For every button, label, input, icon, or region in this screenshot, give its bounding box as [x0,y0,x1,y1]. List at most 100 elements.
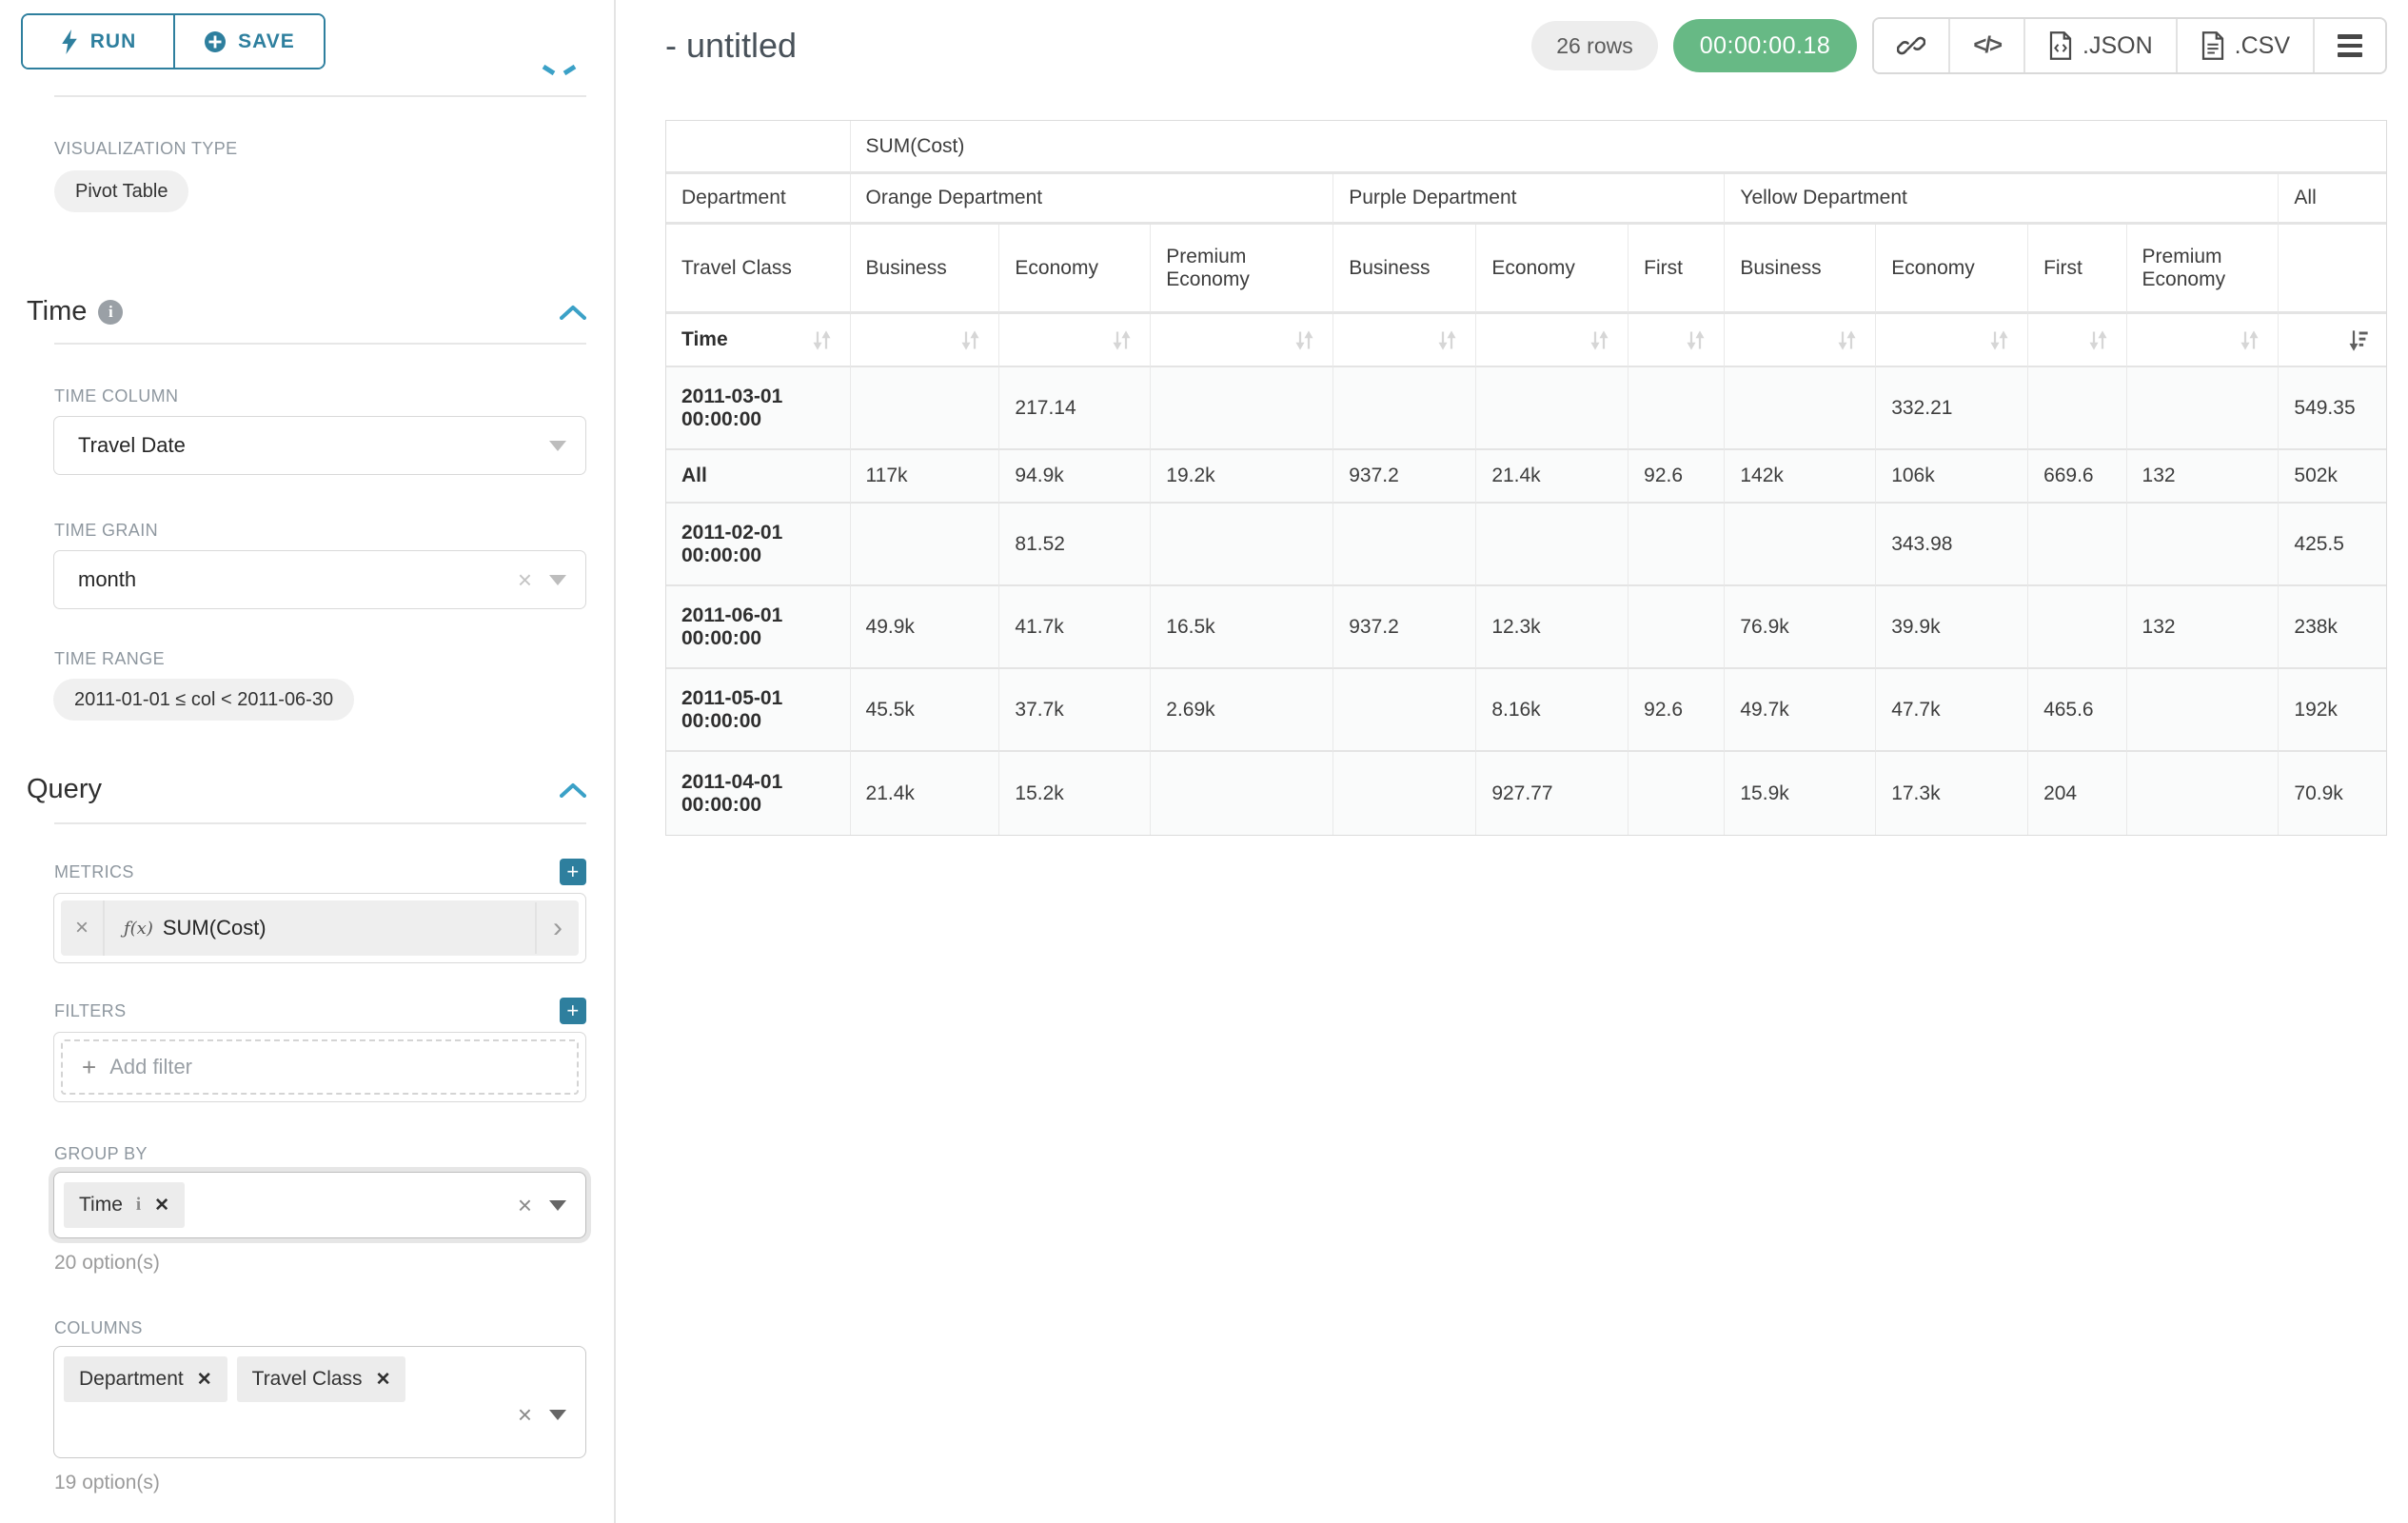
metric-header-row: SUM(Cost) [666,121,2386,174]
add-filter-button[interactable]: + [560,998,586,1024]
sort-icon [1683,327,1708,353]
time-section-header: Time i [27,296,586,327]
chart-title: - untitled [665,26,797,66]
clear-icon[interactable]: × [518,567,532,592]
sort-toggle[interactable] [809,327,835,353]
travel-class-header: First [2028,225,2126,314]
columns-select[interactable]: Department✕Travel Class✕ × [53,1346,586,1458]
time-grain-select[interactable]: month × [53,550,586,609]
export-json-button[interactable]: .JSON [2023,19,2176,72]
filters-label-row: FILTERS + [54,998,586,1024]
function-icon: ƒ(x) [124,919,153,939]
group-by-select[interactable]: Timei✕ × [53,1172,586,1238]
department-header-row: DepartmentOrange DepartmentPurple Depart… [666,174,2386,225]
metrics-label-row: METRICS + [54,859,586,885]
pivot-value-cell: 19.2k [1151,450,1333,504]
pivot-value-cell: 81.52 [999,504,1151,586]
sort-cell [851,314,1000,367]
pivot-value-cell [1151,752,1333,835]
caret-down-icon[interactable] [549,1410,566,1420]
sort-icon [809,327,835,353]
explore-view: Chart Type RUN SAVE [0,0,2408,1523]
travel-class-header: Premium Economy [2127,225,2280,314]
chevron-up-icon [543,65,556,75]
query-timer-badge: 00:00:00.18 [1673,19,1858,72]
department-group-header: Orange Department [851,174,1334,225]
pivot-value-cell: 12.3k [1476,586,1628,669]
menu-icon [2338,34,2362,57]
sort-icon [1292,327,1317,353]
row-label-cell: 2011-06-01 00:00:00 [666,586,851,669]
pivot-data-row: 2011-06-01 00:00:0049.9k41.7k16.5k937.21… [666,586,2386,669]
sort-toggle[interactable] [1834,327,1860,353]
pivot-value-cell [1476,504,1628,586]
more-options-button[interactable] [2313,19,2385,72]
travel-class-header: Business [1725,225,1876,314]
pivot-value-cell: 16.5k [1151,586,1333,669]
sort-toggle[interactable] [2345,327,2371,353]
sort-toggle[interactable] [1434,327,1460,353]
export-csv-button[interactable]: .CSV [2176,19,2313,72]
travel-class-header: Business [851,225,1000,314]
clear-icon[interactable]: × [518,1193,532,1217]
save-button[interactable]: SAVE [173,15,324,68]
sort-toggle[interactable] [2237,327,2262,353]
columns-label: COLUMNS [54,1318,586,1338]
pivot-value-cell [1151,504,1333,586]
collapse-section-chevron-icon[interactable] [560,782,586,798]
travel-class-header-row: Travel ClassBusinessEconomyPremium Econo… [666,225,2386,314]
expand-metric-icon[interactable]: › [535,902,579,954]
pivot-value-cell: 132 [2127,586,2280,669]
copy-link-button[interactable] [1874,19,1948,72]
sort-toggle[interactable] [1292,327,1317,353]
pivot-value-cell: 465.6 [2028,669,2126,752]
sort-icon [1834,327,1860,353]
visualization-type-pill[interactable]: Pivot Table [54,170,188,212]
time-range-pill[interactable]: 2011-01-01 ≤ col < 2011-06-30 [53,679,354,721]
info-icon: i [136,1195,141,1216]
query-section-header: Query [27,774,586,805]
clear-icon[interactable]: × [518,1402,532,1427]
sort-toggle[interactable] [2085,327,2111,353]
remove-metric-icon[interactable]: × [61,900,105,956]
caret-down-icon[interactable] [549,575,566,585]
row-label-cell: 2011-04-01 00:00:00 [666,752,851,835]
col-dimension-label: Department [666,174,851,225]
remove-tag-icon[interactable]: ✕ [197,1369,212,1391]
row-dimension-cell: Time [666,314,851,367]
metric-pill[interactable]: × ƒ(x) SUM(Cost) › [61,900,579,956]
remove-tag-icon[interactable]: ✕ [376,1369,391,1391]
pivot-value-cell [1628,367,1725,450]
selected-value-tag: Department✕ [64,1356,227,1402]
time-column-select[interactable]: Travel Date [53,416,586,475]
sort-icon [1587,327,1612,353]
run-button[interactable]: RUN [23,15,173,68]
sort-toggle[interactable] [957,327,983,353]
collapse-section-chevron-icon[interactable] [560,305,586,320]
pivot-value-cell [1725,367,1876,450]
travel-class-header: Business [1333,225,1476,314]
add-filter-dropzone[interactable]: + Add filter [61,1039,579,1095]
pivot-value-cell: 343.98 [1876,504,2028,586]
embed-code-button[interactable]: </> [1948,19,2023,72]
sort-toggle[interactable] [1986,327,2012,353]
sort-toggle[interactable] [1587,327,1612,353]
sort-row: Time [666,314,2386,367]
bolt-icon [60,30,79,54]
pivot-value-cell [851,504,1000,586]
filters-label: FILTERS [54,1001,126,1021]
sort-toggle[interactable] [1683,327,1708,353]
pivot-value-cell [2127,669,2280,752]
pivot-value-cell: 425.5 [2279,504,2386,586]
caret-down-icon[interactable] [549,441,566,451]
pivot-value-cell: 15.9k [1725,752,1876,835]
pivot-value-cell: 94.9k [999,450,1151,504]
caret-down-icon[interactable] [549,1200,566,1211]
add-metric-button[interactable]: + [560,859,586,885]
pivot-value-cell: 41.7k [999,586,1151,669]
row-label-cell: 2011-03-01 00:00:00 [666,367,851,450]
pivot-value-cell [2127,752,2280,835]
pivot-value-cell: 937.2 [1333,586,1476,669]
sort-toggle[interactable] [1109,327,1135,353]
remove-tag-icon[interactable]: ✕ [154,1195,169,1216]
